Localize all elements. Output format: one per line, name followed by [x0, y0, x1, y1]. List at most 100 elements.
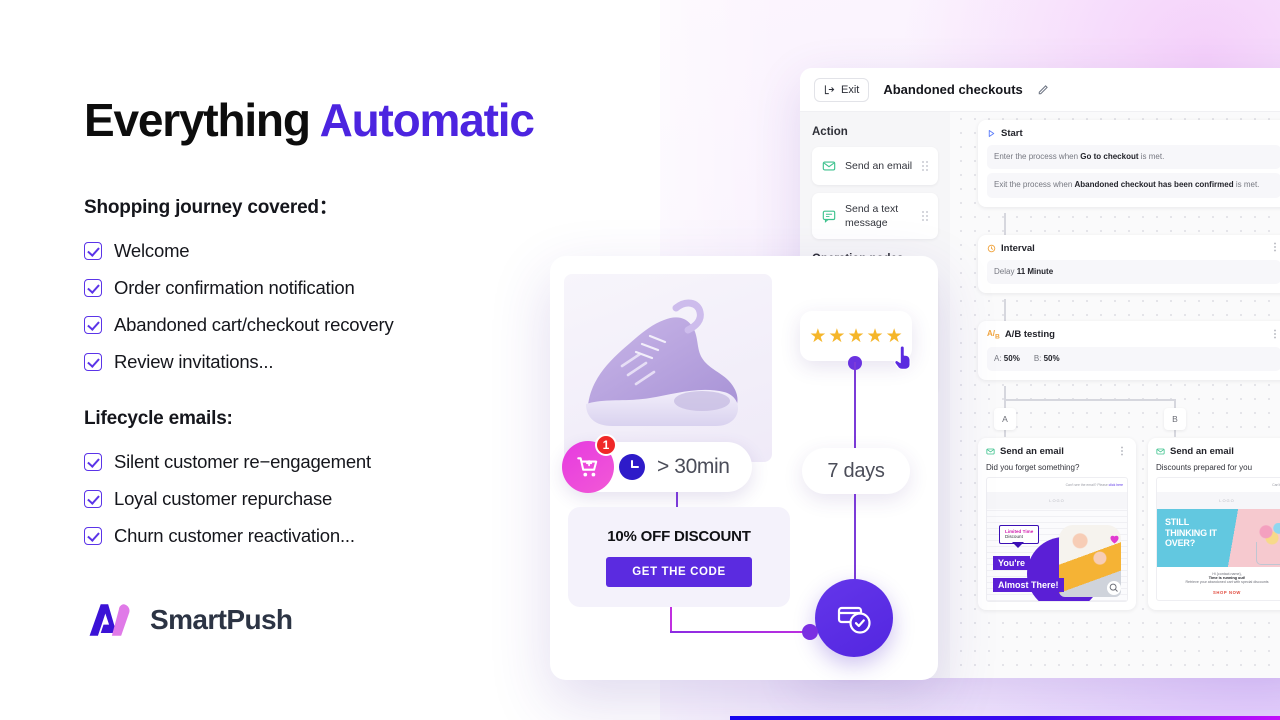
- exit-door-icon: [824, 85, 835, 95]
- product-image: [564, 274, 772, 462]
- preview-link[interactable]: click here: [1109, 483, 1123, 487]
- bottom-accent-bar: [730, 716, 1280, 720]
- email-logo-placeholder: LOGO: [987, 492, 1127, 510]
- heart-icon: [1110, 535, 1119, 544]
- marketing-copy-column: Everything Automatic Shopping journey co…: [84, 0, 554, 720]
- hero-line-2: THINKING IT: [1165, 527, 1217, 538]
- connector-interval-to-ab: [1004, 299, 1006, 322]
- node-ab-body: A: 50% B: 50%: [987, 346, 1280, 372]
- kebab-menu-icon[interactable]: ⋮: [1117, 446, 1128, 456]
- shopping-cart-icon: [577, 457, 598, 477]
- checkbox-checked-icon: [84, 242, 102, 261]
- list-item-label: Silent customer re−engagement: [114, 451, 371, 473]
- email-hero-image-a: Limited Time Discount You're Almost Ther…: [987, 509, 1127, 602]
- enter-post: is met.: [1138, 152, 1165, 161]
- email-preview-topbar: Can't see th...: [1157, 478, 1280, 492]
- journey-node-dot: [802, 624, 818, 640]
- workflow-node-column: Start Enter the process when Go to check…: [978, 120, 1280, 678]
- email-preview-b: Can't see th... LOGO STILL THINKING IT O…: [1156, 477, 1280, 602]
- kebab-menu-icon[interactable]: ⋮: [1270, 329, 1280, 339]
- palette-heading-action: Action: [812, 126, 848, 138]
- palette-card-send-text[interactable]: Send a text message: [812, 193, 938, 240]
- headline-accent: Automatic: [319, 94, 535, 146]
- email-logo-placeholder: LOGO: [1157, 492, 1280, 510]
- drag-grip-icon[interactable]: [922, 161, 928, 171]
- list-item-label: Abandoned cart/checkout recovery: [114, 314, 394, 336]
- email-subject-a: Did you forget something?: [986, 463, 1080, 473]
- drag-grip-icon[interactable]: [922, 211, 928, 222]
- node-ab-title: A/B testing: [1004, 329, 1055, 341]
- headline-part-1: Everything: [84, 94, 320, 146]
- star-icon: ★: [828, 325, 846, 347]
- list-item: Loyal customer repurchase: [84, 481, 554, 518]
- node-start-title: Start: [1001, 128, 1023, 139]
- list-item: Welcome: [84, 233, 554, 270]
- ab-b-label: B:: [1033, 353, 1042, 363]
- list-item-label: Review invitations...: [114, 351, 274, 373]
- list-item: Review invitations...: [84, 344, 554, 381]
- palette-card-label: Send a text message: [845, 203, 899, 230]
- ab-split-icon: A/B: [987, 329, 1000, 341]
- node-start-exit-condition: Exit the process when Abandoned checkout…: [987, 173, 1280, 198]
- purchase-confirmed-badge: [815, 579, 893, 657]
- card-payment-confirmed-icon: [837, 606, 871, 634]
- palette-card-label: Send an email: [845, 159, 913, 172]
- cart-item-count-badge: 1: [595, 434, 617, 456]
- checkbox-checked-icon: [84, 279, 102, 298]
- body-line-3: Retrieve your abandoned cart with specia…: [1185, 580, 1269, 585]
- node-interval-body: Delay 11 Minute: [987, 259, 1280, 285]
- lifecycle-emails-list: Silent customer re−engagement Loyal cust…: [84, 444, 554, 555]
- sneaker-illustration-icon: [586, 299, 738, 426]
- connector-discount-down: [670, 607, 672, 633]
- node-start-enter-condition: Enter the process when Go to checkout is…: [987, 145, 1280, 170]
- node-send-email-b[interactable]: Send an email ⋮ Discounts prepared for y…: [1148, 438, 1280, 611]
- email-preview-topbar: Can't see the email? Please click here: [987, 478, 1127, 492]
- chat-bubble-icon: [822, 210, 836, 224]
- palette-card-send-email[interactable]: Send an email: [812, 147, 938, 185]
- node-start[interactable]: Start Enter the process when Go to check…: [978, 120, 1280, 207]
- checkbox-checked-icon: [84, 490, 102, 509]
- enter-pre: Enter the process when: [994, 152, 1081, 161]
- connector-start-to-interval: [1004, 212, 1006, 235]
- branch-label-b: B: [1164, 408, 1186, 431]
- get-the-code-button[interactable]: GET THE CODE: [606, 556, 752, 587]
- email-cta-b[interactable]: SHOP NOW: [1157, 586, 1280, 600]
- list-item-label: Loyal customer repurchase: [114, 488, 333, 510]
- node-title: Send an email: [1170, 446, 1234, 458]
- discount-title: 10% OFF DISCOUNT: [607, 527, 751, 545]
- magnifier-icon[interactable]: [1107, 581, 1121, 596]
- interval-pre: Delay: [994, 266, 1017, 276]
- node-ab-testing[interactable]: A/B A/B testing ⋮ A: 50% B: 50%: [978, 321, 1280, 381]
- connector-days-to-purchase: [854, 494, 856, 580]
- node-interval-title: Interval: [1001, 242, 1035, 254]
- preview-note: Can't see th...: [1272, 483, 1280, 488]
- star-icon: ★: [847, 325, 865, 347]
- list-item-label: Order confirmation notification: [114, 277, 355, 299]
- workflow-title: Abandoned checkouts: [883, 82, 1023, 97]
- brand-name: SmartPush: [150, 604, 293, 635]
- abandoned-cart-timer-pill: 1 > 30min: [562, 434, 752, 493]
- clock-outline-icon: [987, 244, 996, 253]
- section-heading-lifecycle: Lifecycle emails:: [84, 407, 233, 429]
- hero-shopping-cart-image: [1254, 523, 1280, 568]
- exit-button-label: Exit: [841, 83, 860, 96]
- node-send-email-a[interactable]: Send an email ⋮ Did you forget something…: [978, 438, 1136, 611]
- ab-a-label: A:: [994, 353, 1002, 363]
- email-subject-b: Discounts prepared for you: [1156, 463, 1253, 473]
- page-title: Everything Automatic: [84, 94, 554, 147]
- exit-button[interactable]: Exit: [814, 77, 870, 102]
- branch-split-connectors: A B: [978, 386, 1280, 438]
- pencil-edit-icon[interactable]: [1037, 84, 1049, 96]
- checkbox-checked-icon: [84, 316, 102, 335]
- review-stars-bubble: ★ ★ ★ ★ ★: [800, 311, 912, 370]
- delay-days-pill: 7 days: [802, 448, 910, 494]
- hero-line-3: OVER?: [1165, 537, 1196, 548]
- preview-note: Can't see the email? Please: [1065, 483, 1109, 488]
- smartpush-a-mark-icon: [89, 604, 130, 636]
- node-interval[interactable]: Interval ⋮ Delay 11 Minute: [978, 234, 1280, 294]
- list-item: Silent customer re−engagement: [84, 444, 554, 481]
- branch-label-a: A: [994, 408, 1016, 431]
- envelope-icon: [986, 448, 995, 455]
- kebab-menu-icon[interactable]: ⋮: [1270, 243, 1280, 253]
- exit-pre: Exit the process when: [994, 180, 1075, 190]
